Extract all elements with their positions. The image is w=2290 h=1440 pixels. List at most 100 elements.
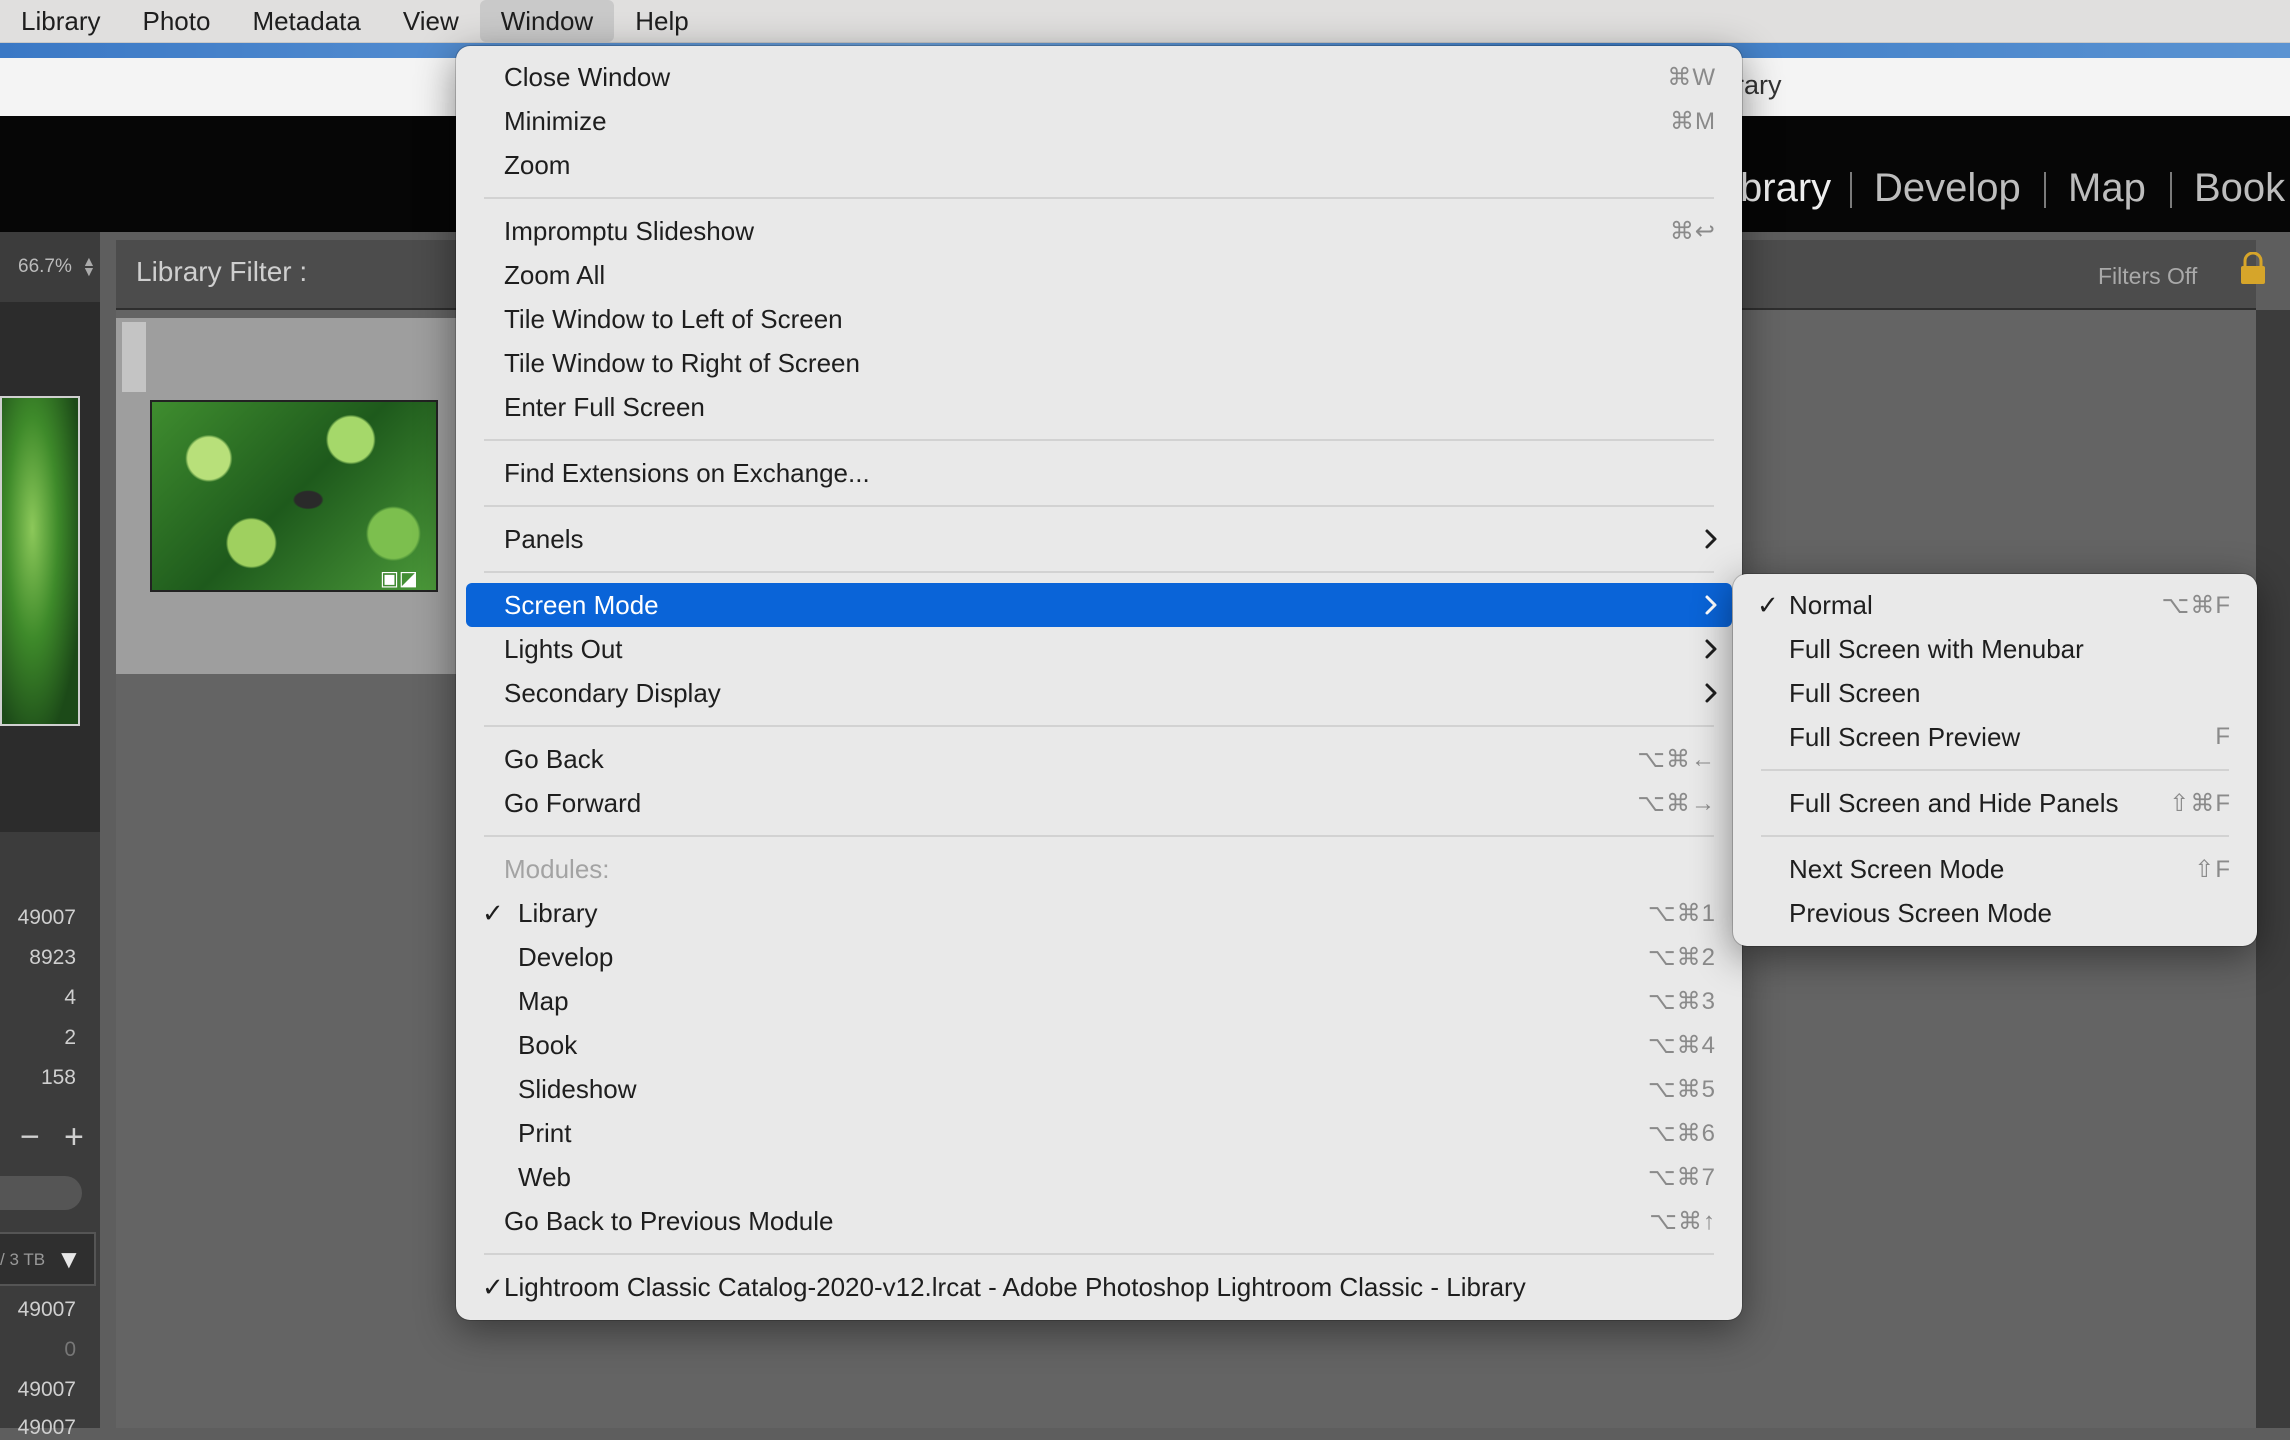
menu-item-slideshow[interactable]: Slideshow ⌥⌘5 xyxy=(466,1067,1732,1111)
menu-item-impromptu-slideshow[interactable]: Impromptu Slideshow ⌘↩ xyxy=(466,209,1732,253)
catalog-count: 158 xyxy=(40,1066,76,1089)
menu-item-label: Modules: xyxy=(504,853,610,884)
menu-item-shortcut: ⌘↩ xyxy=(1669,217,1716,245)
menu-item-shortcut: ⌥⌘↑ xyxy=(1649,1207,1716,1235)
menubar-photo[interactable]: Photo xyxy=(121,0,231,42)
menu-item-label: Map xyxy=(518,985,569,1016)
submenu-item-full-screen[interactable]: Full Screen xyxy=(1743,671,2247,715)
module-separator xyxy=(2170,172,2172,208)
menu-item-screen-mode[interactable]: Screen Mode xyxy=(466,583,1732,627)
menu-item-shortcut: ⌥⌘4 xyxy=(1647,1031,1716,1059)
checkmark-icon: ✓ xyxy=(1757,589,1779,620)
module-separator xyxy=(2044,172,2046,208)
thumbnail-badges-icon[interactable]: ▣◪ xyxy=(380,566,418,591)
menu-item-label: Close Window xyxy=(504,61,671,92)
menu-separator xyxy=(1761,769,2229,771)
menu-item-secondary-display[interactable]: Secondary Display xyxy=(466,671,1732,715)
submenu-item-next-screen-mode[interactable]: Next Screen Mode ⇧F xyxy=(1743,847,2247,891)
filters-preset-select[interactable]: Filters Off xyxy=(2098,263,2197,290)
folder-count: 49007 xyxy=(17,1298,76,1321)
lock-icon[interactable] xyxy=(2238,252,2268,286)
menubar-help[interactable]: Help xyxy=(614,0,709,42)
folder-count: 49007 xyxy=(17,1416,76,1439)
menu-item-label: Find Extensions on Exchange... xyxy=(504,457,870,488)
folder-count: 0 xyxy=(64,1338,76,1361)
photo-thumbnail[interactable] xyxy=(150,400,438,592)
remove-folder-button[interactable]: − xyxy=(20,1118,40,1157)
menu-item-go-back[interactable]: Go Back ⌥⌘← xyxy=(466,737,1732,781)
add-folder-button[interactable]: + xyxy=(64,1118,84,1157)
menu-item-lights-out[interactable]: Lights Out xyxy=(466,627,1732,671)
zoom-stepper-icon[interactable]: ▲ ▼ xyxy=(82,254,96,278)
disclosure-triangle-icon[interactable]: ▼ xyxy=(56,1244,82,1275)
submenu-item-full-screen-menubar[interactable]: Full Screen with Menubar xyxy=(1743,627,2247,671)
submenu-item-previous-screen-mode[interactable]: Previous Screen Mode xyxy=(1743,891,2247,935)
catalog-count: 49007 xyxy=(17,906,76,929)
menu-item-zoom-all[interactable]: Zoom All xyxy=(466,253,1732,297)
folder-search-input[interactable] xyxy=(0,1176,82,1210)
menu-item-label: Lightroom Classic Catalog-2020-v12.lrcat… xyxy=(504,1271,1526,1302)
menu-item-shortcut: ⌥⌘← xyxy=(1637,745,1716,773)
module-map[interactable]: Map xyxy=(2068,166,2146,211)
menu-item-enter-full-screen[interactable]: Enter Full Screen xyxy=(466,385,1732,429)
submenu-item-full-screen-hide-panels[interactable]: Full Screen and Hide Panels ⇧⌘F xyxy=(1743,781,2247,825)
menu-item-label: Tile Window to Right of Screen xyxy=(504,347,860,378)
menu-separator xyxy=(484,725,1714,727)
screen-mode-submenu: ✓ Normal ⌥⌘F Full Screen with Menubar Fu… xyxy=(1733,574,2257,946)
menu-separator xyxy=(484,1253,1714,1255)
menu-item-tile-left[interactable]: Tile Window to Left of Screen xyxy=(466,297,1732,341)
menu-item-web[interactable]: Web ⌥⌘7 xyxy=(466,1155,1732,1199)
menu-item-shortcut: ⌥⌘7 xyxy=(1647,1163,1716,1191)
menu-item-label: Zoom All xyxy=(504,259,606,290)
menu-item-map[interactable]: Map ⌥⌘3 xyxy=(466,979,1732,1023)
module-develop[interactable]: Develop xyxy=(1874,166,2021,211)
chevron-right-icon xyxy=(1705,639,1717,659)
menu-item-label: Go Back to Previous Module xyxy=(504,1205,834,1236)
menu-item-find-extensions[interactable]: Find Extensions on Exchange... xyxy=(466,451,1732,495)
menu-item-go-forward[interactable]: Go Forward ⌥⌘→ xyxy=(466,781,1732,825)
menu-item-label: Tile Window to Left of Screen xyxy=(504,303,843,334)
menu-item-minimize[interactable]: Minimize ⌘M xyxy=(466,99,1732,143)
menu-item-label: Go Forward xyxy=(504,787,642,818)
menu-item-label: Full Screen and Hide Panels xyxy=(1789,787,2119,818)
chevron-right-icon xyxy=(1705,595,1717,615)
menu-item-shortcut: ⌥⌘2 xyxy=(1647,943,1716,971)
menu-item-label: Enter Full Screen xyxy=(504,391,705,422)
menu-item-catalog-window[interactable]: ✓ Lightroom Classic Catalog-2020-v12.lrc… xyxy=(466,1265,1732,1309)
grid-cell-index xyxy=(122,322,146,392)
menubar-metadata[interactable]: Metadata xyxy=(231,0,381,42)
menubar-view[interactable]: View xyxy=(382,0,480,42)
menu-item-label: Panels xyxy=(504,523,584,554)
submenu-item-full-screen-preview[interactable]: Full Screen Preview F xyxy=(1743,715,2247,759)
menu-item-label: Full Screen xyxy=(1789,677,1921,708)
navigator-zoom[interactable]: 66.7% xyxy=(18,256,72,278)
menu-item-tile-right[interactable]: Tile Window to Right of Screen xyxy=(466,341,1732,385)
menu-item-book[interactable]: Book ⌥⌘4 xyxy=(466,1023,1732,1067)
navigator-preview[interactable] xyxy=(0,396,80,726)
menu-item-label: Screen Mode xyxy=(504,589,659,620)
menubar-window[interactable]: Window xyxy=(479,0,615,42)
menu-item-zoom[interactable]: Zoom xyxy=(466,143,1732,187)
menu-item-label: Web xyxy=(518,1161,571,1192)
menu-item-close-window[interactable]: Close Window ⌘W xyxy=(466,55,1732,99)
menu-item-label: Full Screen with Menubar xyxy=(1789,633,2084,664)
menu-item-develop[interactable]: Develop ⌥⌘2 xyxy=(466,935,1732,979)
menu-separator xyxy=(484,439,1714,441)
menu-separator xyxy=(484,571,1714,573)
menu-item-go-back-module[interactable]: Go Back to Previous Module ⌥⌘↑ xyxy=(466,1199,1732,1243)
folder-count: 49007 xyxy=(17,1378,76,1401)
menubar: Library Photo Metadata View Window Help xyxy=(0,0,2290,43)
submenu-item-normal[interactable]: ✓ Normal ⌥⌘F xyxy=(1743,583,2247,627)
catalog-count: 4 xyxy=(64,986,76,1009)
module-library[interactable]: brary xyxy=(1740,166,1831,211)
menubar-library[interactable]: Library xyxy=(0,0,121,42)
menu-item-label: Secondary Display xyxy=(504,677,721,708)
menu-item-shortcut: ⌘M xyxy=(1670,107,1716,135)
menu-item-shortcut: ⌥⌘→ xyxy=(1637,789,1716,817)
module-book[interactable]: Book xyxy=(2194,166,2285,211)
menu-item-panels[interactable]: Panels xyxy=(466,517,1732,561)
menu-item-print[interactable]: Print ⌥⌘6 xyxy=(466,1111,1732,1155)
menu-separator xyxy=(484,505,1714,507)
menu-item-library[interactable]: ✓ Library ⌥⌘1 xyxy=(466,891,1732,935)
menu-item-label: Minimize xyxy=(504,105,607,136)
